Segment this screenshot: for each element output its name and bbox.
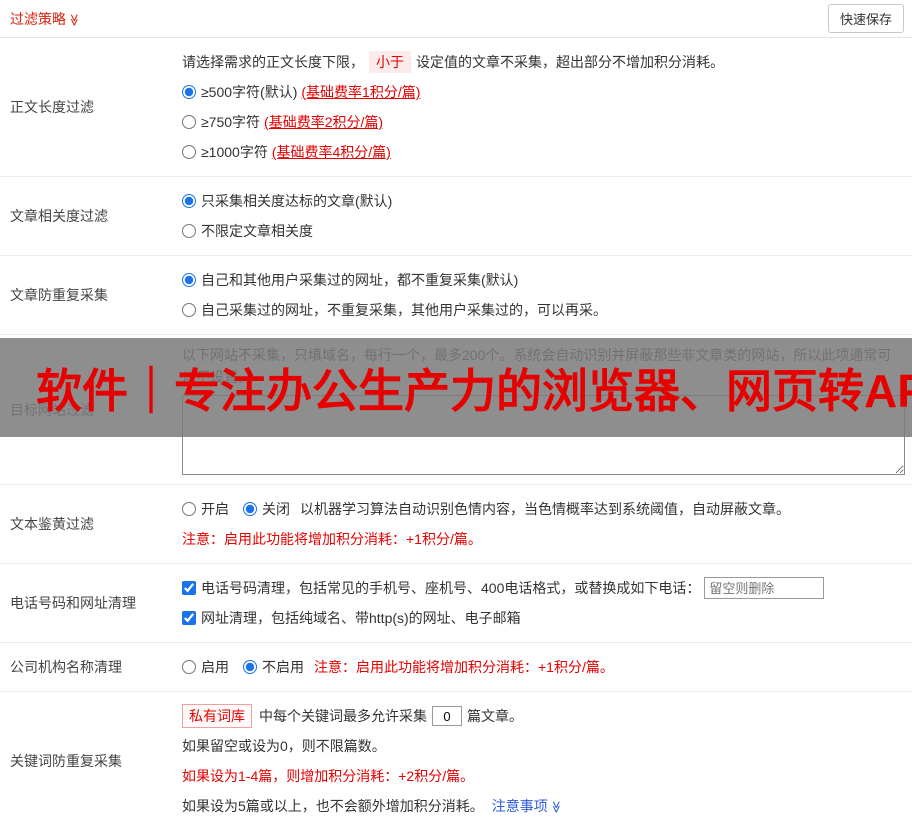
length-option-750-text: ≥750字符 bbox=[201, 114, 261, 130]
quick-save-button[interactable]: 快速保存 bbox=[827, 4, 904, 33]
phone-clean-option[interactable]: 电话号码清理，包括常见的手机号、座机号、400电话格式，或替换成如下电话： bbox=[182, 573, 904, 603]
relevance-option-strict-radio[interactable] bbox=[182, 194, 196, 208]
row-length-filter: 正文长度过滤 请选择需求的正文长度下限， 小于 设定值的文章不采集，超出部分不增… bbox=[0, 38, 912, 177]
dedup-option-global[interactable]: 自己和其他用户采集过的网址，都不重复采集(默认) bbox=[182, 265, 904, 295]
company-option-on-text: 启用 bbox=[201, 659, 229, 675]
private-thesaurus-badge[interactable]: 私有词库 bbox=[182, 704, 252, 728]
row-company-clean: 公司机构名称清理 启用 不启用 注意：启用此功能将增加积分消耗：+1积分/篇。 bbox=[0, 643, 912, 692]
length-option-1000-radio[interactable] bbox=[182, 145, 196, 159]
porn-option-off-radio[interactable] bbox=[243, 502, 257, 516]
length-option-750[interactable]: ≥750字符 (基础费率2积分/篇) bbox=[182, 107, 904, 137]
phone-url-clean-label: 电话号码和网址清理 bbox=[10, 595, 136, 611]
relevance-option-strict[interactable]: 只采集相关度达标的文章(默认) bbox=[182, 186, 904, 216]
dedup-option-global-radio[interactable] bbox=[182, 273, 196, 287]
dedup-option-global-text: 自己和其他用户采集过的网址，都不重复采集(默认) bbox=[201, 272, 519, 288]
phone-clean-checkbox[interactable] bbox=[182, 581, 196, 595]
relevance-option-any[interactable]: 不限定文章相关度 bbox=[182, 216, 904, 246]
top-bar: 过滤策略≫ 快速保存 bbox=[0, 0, 912, 38]
keyword-dedup-line1: 私有词库 中每个关键词最多允许采集 篇文章。 bbox=[182, 701, 904, 731]
length-option-500-radio[interactable] bbox=[182, 85, 196, 99]
porn-option-on[interactable]: 开启 bbox=[182, 499, 229, 519]
company-option-off[interactable]: 不启用 bbox=[243, 657, 304, 677]
company-clean-label: 公司机构名称清理 bbox=[10, 659, 122, 675]
keyword-count-input[interactable] bbox=[432, 706, 462, 726]
relevance-filter-label: 文章相关度过滤 bbox=[10, 208, 108, 224]
watermark-overlay-banner: 软件｜专注办公生产力的浏览器、网页转AP bbox=[0, 338, 912, 437]
porn-option-off[interactable]: 关闭 bbox=[243, 499, 290, 519]
intro-post: 设定值的文章不采集，超出部分不增加积分消耗。 bbox=[416, 54, 724, 70]
keyword-dedup-line2: 如果留空或设为0，则不限篇数。 bbox=[182, 738, 386, 754]
porn-filter-note: 注意：启用此功能将增加积分消耗：+1积分/篇。 bbox=[182, 531, 482, 547]
porn-option-off-text: 关闭 bbox=[262, 501, 290, 517]
keyword-dedup-line4-text: 如果设为5篇或以上，也不会额外增加积分消耗。 bbox=[182, 798, 484, 814]
keyword-dedup-line3: 如果设为1-4篇，则增加积分消耗：+2积分/篇。 bbox=[182, 768, 475, 784]
dedup-option-self-text: 自己采集过的网址，不重复采集，其他用户采集过的，可以再采。 bbox=[201, 302, 607, 318]
length-option-1000[interactable]: ≥1000字符 (基础费率4积分/篇) bbox=[182, 137, 904, 167]
dedup-filter-label: 文章防重复采集 bbox=[10, 287, 108, 303]
company-option-off-radio[interactable] bbox=[243, 660, 257, 674]
collapse-chevron-icon: ≫ bbox=[67, 13, 82, 26]
url-clean-text: 网址清理，包括纯域名、带http(s)的网址、电子邮箱 bbox=[201, 610, 521, 626]
length-option-500-note: (基础费率1积分/篇) bbox=[301, 84, 421, 100]
porn-option-on-radio[interactable] bbox=[182, 502, 196, 516]
notes-link[interactable]: 注意事项≫ bbox=[492, 796, 563, 816]
length-option-500[interactable]: ≥500字符(默认) (基础费率1积分/篇) bbox=[182, 77, 904, 107]
relevance-option-strict-text: 只采集相关度达标的文章(默认) bbox=[201, 193, 393, 209]
row-relevance-filter: 文章相关度过滤 只采集相关度达标的文章(默认) 不限定文章相关度 bbox=[0, 177, 912, 256]
page-title[interactable]: 过滤策略≫ bbox=[10, 9, 81, 29]
length-option-1000-text: ≥1000字符 bbox=[201, 144, 268, 160]
length-filter-intro: 请选择需求的正文长度下限， 小于 设定值的文章不采集，超出部分不增加积分消耗。 bbox=[182, 47, 904, 77]
dedup-option-self-radio[interactable] bbox=[182, 303, 196, 317]
length-option-500-text: ≥500字符(默认) bbox=[201, 84, 298, 100]
dedup-option-self[interactable]: 自己采集过的网址，不重复采集，其他用户采集过的，可以再采。 bbox=[182, 295, 904, 325]
company-clean-note: 注意：启用此功能将增加积分消耗：+1积分/篇。 bbox=[314, 659, 614, 675]
phone-replace-input[interactable] bbox=[704, 577, 825, 599]
row-dedup-filter: 文章防重复采集 自己和其他用户采集过的网址，都不重复采集(默认) 自己采集过的网… bbox=[0, 256, 912, 335]
company-option-on[interactable]: 启用 bbox=[182, 657, 229, 677]
page-title-text: 过滤策略 bbox=[10, 10, 66, 27]
length-filter-label: 正文长度过滤 bbox=[10, 99, 94, 115]
less-than-badge: 小于 bbox=[369, 51, 411, 73]
relevance-option-any-text: 不限定文章相关度 bbox=[201, 223, 313, 239]
intro-pre: 请选择需求的正文长度下限， bbox=[182, 54, 364, 70]
porn-filter-label: 文本鉴黄过滤 bbox=[10, 516, 94, 532]
keyword-dedup-label: 关键词防重复采集 bbox=[10, 753, 122, 769]
keyword-dedup-line4: 如果设为5篇或以上，也不会额外增加积分消耗。 注意事项≫ bbox=[182, 791, 904, 821]
porn-option-on-text: 开启 bbox=[201, 501, 229, 517]
phone-clean-text: 电话号码清理，包括常见的手机号、座机号、400电话格式，或替换成如下电话： bbox=[201, 580, 701, 596]
notes-link-text: 注意事项 bbox=[491, 798, 548, 814]
watermark-text: 软件｜专注办公生产力的浏览器、网页转AP bbox=[36, 364, 912, 417]
row-keyword-dedup: 关键词防重复采集 私有词库 中每个关键词最多允许采集 篇文章。 如果留空或设为0… bbox=[0, 692, 912, 830]
company-option-off-text: 不启用 bbox=[262, 659, 304, 675]
length-option-750-note: (基础费率2积分/篇) bbox=[264, 114, 384, 130]
row-phone-url-clean: 电话号码和网址清理 电话号码清理，包括常见的手机号、座机号、400电话格式，或替… bbox=[0, 564, 912, 643]
keyword-dedup-line1-end: 篇文章。 bbox=[467, 708, 523, 724]
company-option-on-radio[interactable] bbox=[182, 660, 196, 674]
url-clean-checkbox[interactable] bbox=[182, 611, 196, 625]
url-clean-option[interactable]: 网址清理，包括纯域名、带http(s)的网址、电子邮箱 bbox=[182, 603, 904, 633]
keyword-dedup-line1-mid: 中每个关键词最多允许采集 bbox=[259, 708, 427, 724]
porn-filter-desc: 以机器学习算法自动识别色情内容，当色情概率达到系统阈值，自动屏蔽文章。 bbox=[300, 501, 790, 517]
notes-link-chevron-icon: ≫ bbox=[549, 800, 564, 814]
length-option-750-radio[interactable] bbox=[182, 115, 196, 129]
row-porn-filter: 文本鉴黄过滤 开启 关闭 以机器学习算法自动识别色情内容，当色情概率达到系统阈值… bbox=[0, 485, 912, 564]
relevance-option-any-radio[interactable] bbox=[182, 224, 196, 238]
length-option-1000-note: (基础费率4积分/篇) bbox=[271, 144, 391, 160]
